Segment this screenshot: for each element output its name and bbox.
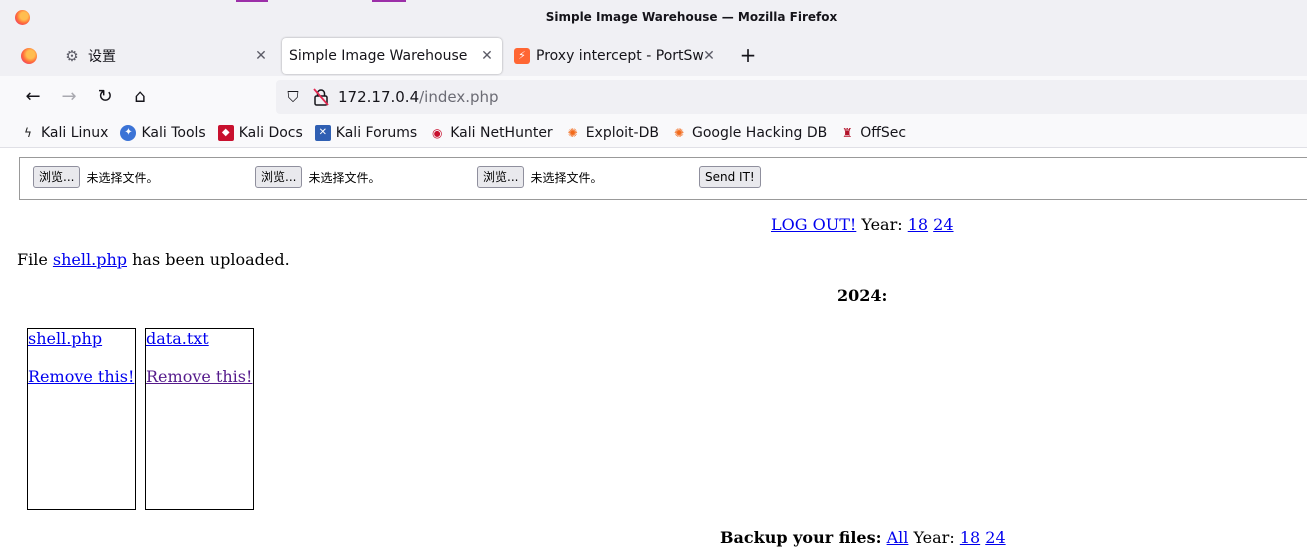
bookmark-google-hacking-db[interactable]: ✺ Google Hacking DB xyxy=(671,125,827,141)
ghdb-icon: ✺ xyxy=(673,125,685,140)
offsec-icon: ♜ xyxy=(841,125,853,140)
close-tab-icon[interactable]: ✕ xyxy=(700,47,718,65)
reload-button[interactable]: ↻ xyxy=(92,84,118,110)
tab-firefox-view[interactable] xyxy=(12,38,46,74)
navigation-toolbar: ← → ↻ ⌂ ⛉ 172.17.0.4/index.php xyxy=(0,76,1307,118)
window-title: Simple Image Warehouse — Mozilla Firefox xyxy=(545,10,838,24)
browse-button[interactable]: 浏览... xyxy=(477,166,525,188)
remove-file-link[interactable]: Remove this! xyxy=(28,367,134,386)
titlebar-accent xyxy=(236,0,268,2)
close-tab-icon[interactable]: ✕ xyxy=(478,47,496,65)
upload-message-suffix: has been uploaded. xyxy=(132,250,290,269)
forward-button[interactable]: → xyxy=(56,84,82,110)
kali-docs-icon: ◆ xyxy=(217,124,234,141)
firefox-view-icon xyxy=(21,48,37,64)
browse-button[interactable]: 浏览... xyxy=(255,166,303,188)
home-button[interactable]: ⌂ xyxy=(127,84,153,110)
bookmark-kali-docs[interactable]: ◆ Kali Docs xyxy=(217,124,303,141)
submit-group: Send IT! xyxy=(699,166,761,188)
file-link[interactable]: data.txt xyxy=(146,329,209,348)
url-host: 172.17.0.4 xyxy=(338,88,420,106)
insecure-lock-icon[interactable] xyxy=(313,88,329,106)
tab-label: 设置 xyxy=(88,49,116,65)
file-link[interactable]: shell.php xyxy=(28,329,102,348)
bookmarks-toolbar: ϟ Kali Linux ✦ Kali Tools ◆ Kali Docs ✕ … xyxy=(0,118,1307,148)
page-content: 浏览... 未选择文件。 浏览... 未选择文件。 浏览... 未选择文件。 S… xyxy=(0,149,1307,557)
year-link-18[interactable]: 18 xyxy=(908,215,928,234)
tab-settings[interactable]: ⚙ 设置 ✕ xyxy=(56,38,276,74)
no-file-label: 未选择文件。 xyxy=(86,170,159,185)
logout-link[interactable]: LOG OUT! xyxy=(771,215,856,234)
close-tab-icon[interactable]: ✕ xyxy=(252,47,270,65)
kali-dragon-icon: ϟ xyxy=(24,125,32,140)
uploaded-file-link[interactable]: shell.php xyxy=(53,250,127,269)
bookmark-label: Kali NetHunter xyxy=(450,124,553,141)
send-it-button[interactable]: Send IT! xyxy=(699,166,761,188)
year-label: Year: xyxy=(913,528,955,547)
no-file-label: 未选择文件。 xyxy=(530,170,603,185)
tab-proxy-intercept[interactable]: ⚡ Proxy intercept - PortSwigger ✕ xyxy=(508,38,722,74)
bookmark-kali-nethunter[interactable]: ◉ Kali NetHunter xyxy=(429,124,553,141)
shield-icon[interactable]: ⛉ xyxy=(285,88,301,106)
year-label: Year: xyxy=(861,215,903,234)
bookmark-kali-forums[interactable]: ✕ Kali Forums xyxy=(314,124,418,141)
file-card: shell.php Remove this! xyxy=(27,328,136,510)
upload-form: 浏览... 未选择文件。 浏览... 未选择文件。 浏览... 未选择文件。 S… xyxy=(19,157,1307,200)
tab-label: Simple Image Warehouse xyxy=(289,48,468,64)
bookmark-label: Exploit-DB xyxy=(585,124,659,141)
bookmark-offsec[interactable]: ♜ OffSec xyxy=(839,125,906,141)
bookmark-label: Kali Tools xyxy=(141,124,206,141)
bookmark-label: Kali Forums xyxy=(335,124,418,141)
url-path: /index.php xyxy=(419,88,499,106)
backup-label: Backup your files: xyxy=(720,528,882,547)
file-input-1[interactable]: 浏览... 未选择文件。 xyxy=(33,166,158,188)
backup-year-link-24[interactable]: 24 xyxy=(985,528,1005,547)
file-card: data.txt Remove this! xyxy=(145,328,254,510)
browse-button[interactable]: 浏览... xyxy=(33,166,81,188)
bookmark-label: Kali Docs xyxy=(238,124,303,141)
upload-message: File shell.php has been uploaded. xyxy=(17,250,290,269)
year-heading: 2024: xyxy=(837,286,888,305)
file-input-3[interactable]: 浏览... 未选择文件。 xyxy=(477,166,602,188)
gear-icon: ⚙ xyxy=(65,47,79,65)
bookmark-kali-linux[interactable]: ϟ Kali Linux xyxy=(20,125,108,141)
window-titlebar: Simple Image Warehouse — Mozilla Firefox xyxy=(0,0,1307,34)
backup-year-link-18[interactable]: 18 xyxy=(960,528,980,547)
back-button[interactable]: ← xyxy=(20,84,46,110)
titlebar-accent xyxy=(372,0,406,2)
logout-line: LOG OUT! Year: 18 24 xyxy=(771,215,954,234)
exploitdb-icon: ✺ xyxy=(567,125,578,140)
bookmark-label: OffSec xyxy=(860,124,907,141)
bookmark-label: Google Hacking DB xyxy=(691,124,828,141)
bookmark-label: Kali Linux xyxy=(41,124,109,141)
file-input-2[interactable]: 浏览... 未选择文件。 xyxy=(255,166,380,188)
address-bar[interactable]: ⛉ 172.17.0.4/index.php xyxy=(276,80,1307,114)
upload-message-prefix: File xyxy=(17,250,48,269)
tab-simple-image-warehouse[interactable]: Simple Image Warehouse ✕ xyxy=(282,38,502,74)
burp-icon: ⚡ xyxy=(514,48,530,64)
tab-strip: ⚙ 设置 ✕ Simple Image Warehouse ✕ ⚡ Proxy … xyxy=(0,34,1307,76)
remove-file-link[interactable]: Remove this! xyxy=(146,367,252,386)
backup-all-link[interactable]: All xyxy=(887,528,909,547)
bookmark-exploit-db[interactable]: ✺ Exploit-DB xyxy=(565,125,659,141)
no-file-label: 未选择文件。 xyxy=(308,170,381,185)
bookmark-kali-tools[interactable]: ✦ Kali Tools xyxy=(120,124,206,141)
nethunter-icon: ◉ xyxy=(431,125,443,140)
new-tab-button[interactable]: + xyxy=(736,42,760,68)
url-text[interactable]: 172.17.0.4/index.php xyxy=(338,88,499,106)
backup-line: Backup your files: All Year: 18 24 xyxy=(720,528,1006,547)
kali-tools-icon: ✦ xyxy=(120,124,137,141)
kali-forums-icon: ✕ xyxy=(314,124,331,141)
tab-label: Proxy intercept - PortSwigger xyxy=(536,48,704,64)
year-link-24[interactable]: 24 xyxy=(933,215,953,234)
